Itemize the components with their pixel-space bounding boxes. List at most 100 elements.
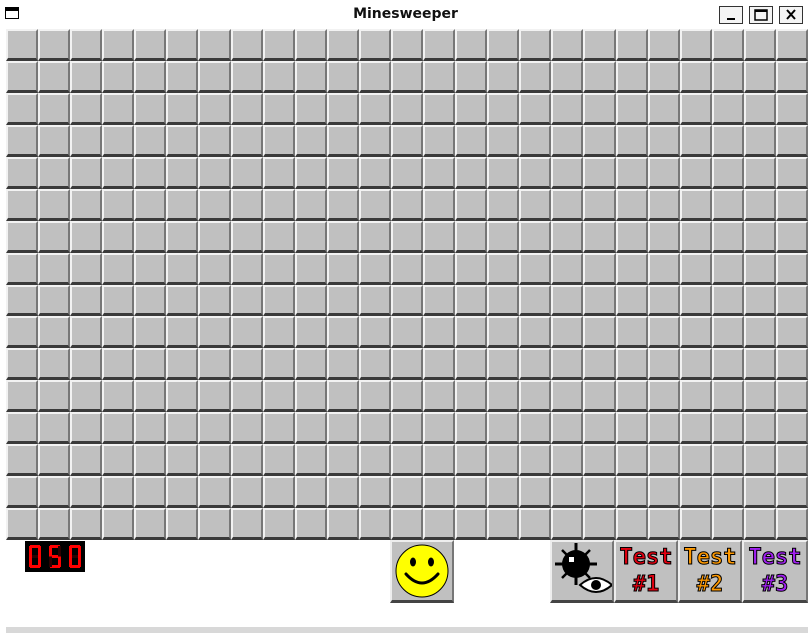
mine-cell[interactable]	[358, 156, 391, 189]
mine-cell[interactable]	[6, 60, 39, 93]
mine-cell[interactable]	[230, 412, 263, 445]
mine-cell[interactable]	[70, 476, 103, 509]
mine-cell[interactable]	[519, 252, 552, 285]
mine-cell[interactable]	[711, 380, 744, 413]
mine-cell[interactable]	[6, 284, 39, 317]
mine-cell[interactable]	[743, 380, 776, 413]
mine-cell[interactable]	[455, 92, 488, 125]
mine-cell[interactable]	[358, 444, 391, 477]
mine-cell[interactable]	[647, 316, 680, 349]
mine-cell[interactable]	[294, 284, 327, 317]
mine-cell[interactable]	[551, 188, 584, 221]
minimize-button[interactable]	[719, 6, 743, 24]
mine-cell[interactable]	[519, 188, 552, 221]
mine-cell[interactable]	[455, 316, 488, 349]
mine-cell[interactable]	[679, 124, 712, 157]
mine-cell[interactable]	[711, 252, 744, 285]
reveal-mines-button[interactable]	[550, 540, 614, 603]
mine-cell[interactable]	[519, 476, 552, 509]
mine-cell[interactable]	[423, 124, 456, 157]
mine-cell[interactable]	[455, 444, 488, 477]
mine-cell[interactable]	[615, 380, 648, 413]
mine-cell[interactable]	[615, 444, 648, 477]
mine-cell[interactable]	[711, 412, 744, 445]
mine-cell[interactable]	[711, 348, 744, 381]
mine-cell[interactable]	[390, 60, 424, 93]
mine-cell[interactable]	[390, 252, 424, 285]
mine-cell[interactable]	[134, 124, 167, 157]
mine-cell[interactable]	[134, 508, 167, 540]
mine-cell[interactable]	[102, 348, 135, 381]
mine-cell[interactable]	[487, 444, 520, 477]
mine-cell[interactable]	[775, 380, 808, 413]
mine-cell[interactable]	[583, 444, 616, 477]
mine-cell[interactable]	[679, 444, 712, 477]
mine-cell[interactable]	[230, 284, 263, 317]
mine-cell[interactable]	[647, 220, 680, 253]
mine-cell[interactable]	[294, 29, 327, 61]
mine-cell[interactable]	[679, 348, 712, 381]
mine-cell[interactable]	[262, 380, 295, 413]
mine-cell[interactable]	[198, 380, 231, 413]
mine-cell[interactable]	[487, 124, 520, 157]
mine-cell[interactable]	[647, 348, 680, 381]
mine-cell[interactable]	[294, 124, 327, 157]
mine-cell[interactable]	[679, 412, 712, 445]
mine-cell[interactable]	[6, 380, 39, 413]
mine-cell[interactable]	[134, 188, 167, 221]
mine-cell[interactable]	[615, 60, 648, 93]
mine-cell[interactable]	[6, 252, 39, 285]
mine-cell[interactable]	[551, 220, 584, 253]
mine-cell[interactable]	[743, 444, 776, 477]
mine-cell[interactable]	[38, 508, 71, 540]
mine-cell[interactable]	[423, 380, 456, 413]
mine-cell[interactable]	[743, 60, 776, 93]
mine-cell[interactable]	[423, 316, 456, 349]
mine-cell[interactable]	[38, 188, 71, 221]
mine-cell[interactable]	[358, 92, 391, 125]
mine-cell[interactable]	[358, 29, 391, 61]
mine-cell[interactable]	[70, 29, 103, 61]
mine-cell[interactable]	[519, 124, 552, 157]
mine-cell[interactable]	[390, 444, 424, 477]
mine-cell[interactable]	[583, 412, 616, 445]
mine-cell[interactable]	[294, 508, 327, 540]
mine-cell[interactable]	[519, 508, 552, 540]
mine-cell[interactable]	[70, 380, 103, 413]
mine-cell[interactable]	[6, 92, 39, 125]
mine-cell[interactable]	[551, 92, 584, 125]
mine-cell[interactable]	[615, 508, 648, 540]
mine-cell[interactable]	[711, 60, 744, 93]
mine-cell[interactable]	[551, 476, 584, 509]
mine-cell[interactable]	[679, 188, 712, 221]
mine-cell[interactable]	[775, 124, 808, 157]
mine-cell[interactable]	[455, 29, 488, 61]
mine-cell[interactable]	[326, 124, 359, 157]
mine-cell[interactable]	[423, 29, 456, 61]
mine-cell[interactable]	[134, 380, 167, 413]
mine-cell[interactable]	[102, 220, 135, 253]
mine-cell[interactable]	[455, 284, 488, 317]
mine-cell[interactable]	[743, 92, 776, 125]
mine-cell[interactable]	[294, 380, 327, 413]
mine-cell[interactable]	[6, 188, 39, 221]
mine-cell[interactable]	[262, 316, 295, 349]
mine-cell[interactable]	[743, 284, 776, 317]
mine-cell[interactable]	[583, 380, 616, 413]
mine-cell[interactable]	[551, 348, 584, 381]
mine-cell[interactable]	[679, 284, 712, 317]
mine-cell[interactable]	[519, 444, 552, 477]
mine-cell[interactable]	[70, 60, 103, 93]
mine-cell[interactable]	[326, 188, 359, 221]
mine-cell[interactable]	[230, 380, 263, 413]
mine-cell[interactable]	[743, 124, 776, 157]
mine-cell[interactable]	[166, 412, 199, 445]
mine-cell[interactable]	[390, 316, 424, 349]
mine-cell[interactable]	[519, 348, 552, 381]
mine-cell[interactable]	[519, 92, 552, 125]
mine-cell[interactable]	[262, 92, 295, 125]
mine-cell[interactable]	[390, 508, 424, 540]
mine-cell[interactable]	[455, 220, 488, 253]
mine-cell[interactable]	[615, 124, 648, 157]
mine-cell[interactable]	[262, 284, 295, 317]
